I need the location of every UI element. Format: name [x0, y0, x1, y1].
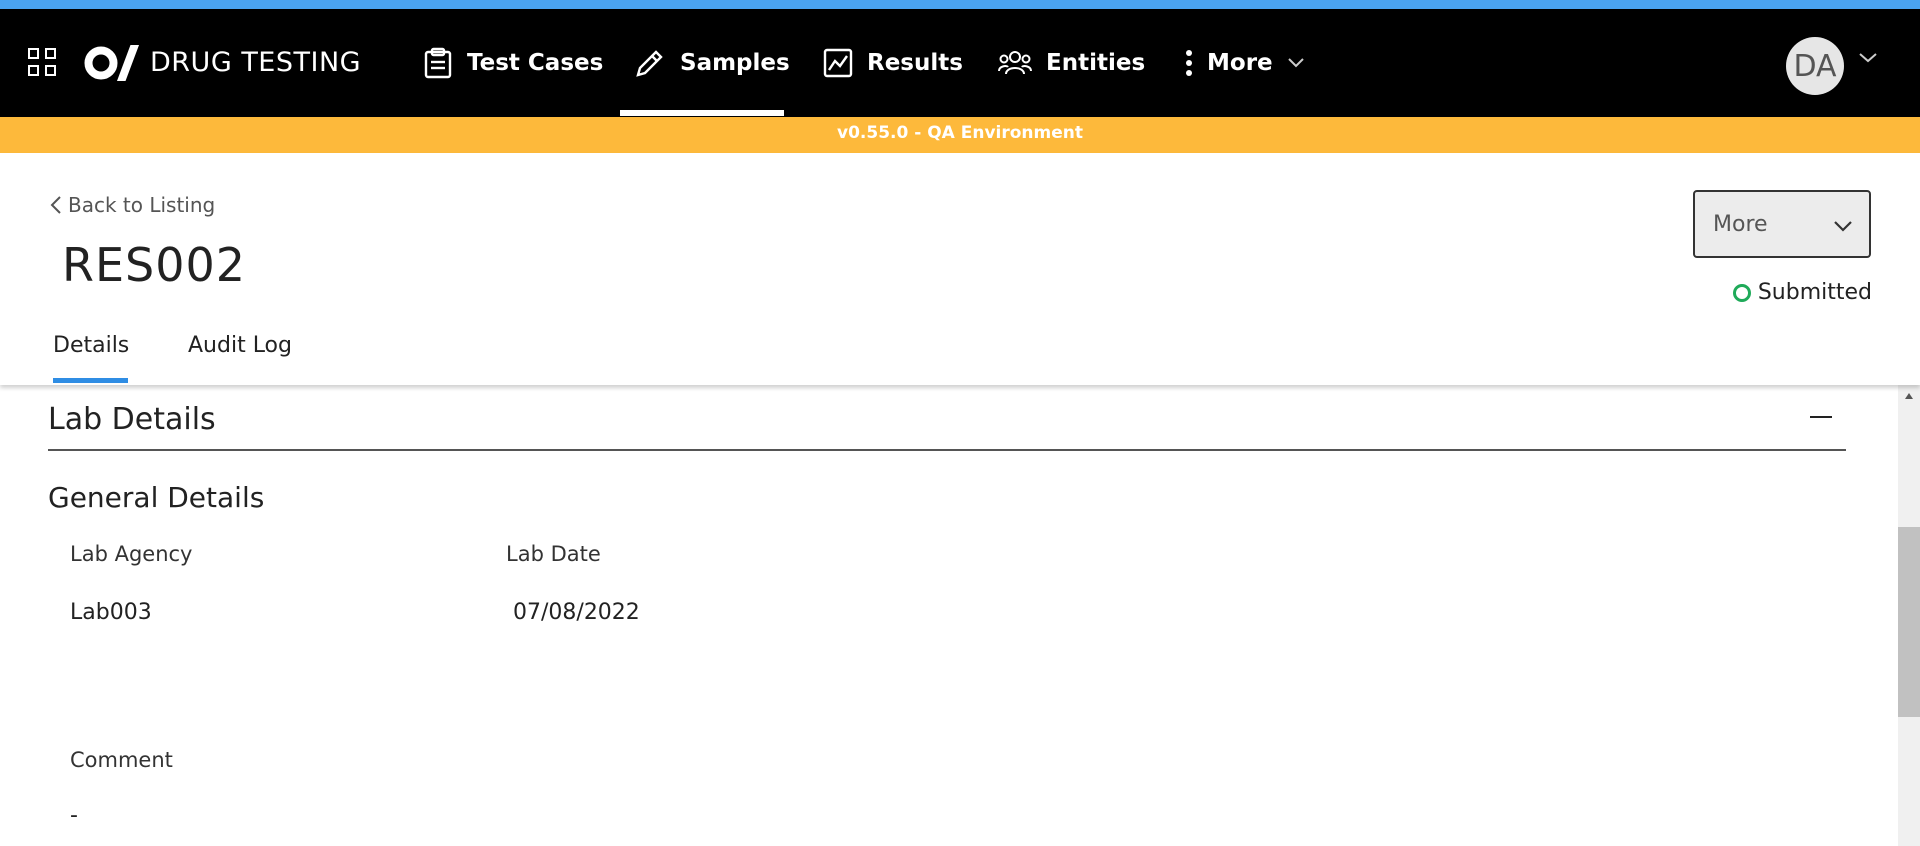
section-divider	[48, 449, 1846, 451]
nav-label: Samples	[680, 50, 790, 76]
brand-logo-icon[interactable]	[84, 45, 140, 81]
app-brand-name: DRUG TESTING	[150, 47, 362, 78]
nav-active-indicator	[620, 110, 784, 116]
chevron-left-icon	[50, 196, 61, 214]
pen-icon	[636, 50, 663, 77]
nav-label: Entities	[1046, 50, 1146, 76]
back-label: Back to Listing	[68, 193, 216, 217]
top-accent-strip	[0, 0, 1920, 9]
more-actions-dropdown[interactable]: More	[1693, 190, 1871, 258]
collapse-section-icon[interactable]	[1810, 405, 1834, 429]
nav-samples[interactable]: Samples	[634, 39, 790, 87]
scroll-up-arrow-icon[interactable]	[1905, 393, 1913, 399]
chevron-down-icon	[1287, 58, 1304, 68]
top-navbar: DRUG TESTING Test Cases Samples Results …	[0, 9, 1920, 117]
field-value-comment: -	[70, 803, 78, 828]
status-badge: Submitted	[1732, 280, 1872, 305]
page-title: RES002	[62, 238, 247, 292]
field-label-lab-agency: Lab Agency	[70, 542, 193, 566]
tab-audit-log[interactable]: Audit Log	[188, 333, 292, 358]
section-title: Lab Details	[48, 402, 216, 437]
field-label-comment: Comment	[70, 748, 173, 772]
clipboard-icon	[424, 47, 452, 79]
field-label-lab-date: Lab Date	[506, 542, 601, 566]
back-to-listing-link[interactable]: Back to Listing	[50, 193, 215, 217]
app-grid-icon[interactable]	[28, 48, 56, 76]
nav-label: Test Cases	[467, 50, 604, 76]
nav-results[interactable]: Results	[823, 39, 963, 87]
details-content: Lab Details General Details Lab Agency L…	[0, 385, 1898, 846]
nav-test-cases[interactable]: Test Cases	[423, 39, 603, 87]
environment-banner: v0.55.0 - QA Environment	[0, 117, 1920, 153]
more-actions-label: More	[1713, 212, 1768, 237]
scrollbar-thumb[interactable]	[1898, 527, 1920, 717]
status-circle-icon	[1732, 283, 1751, 302]
nav-entities[interactable]: Entities	[998, 39, 1145, 87]
chevron-down-icon	[1834, 221, 1852, 232]
nav-label: Results	[867, 50, 963, 76]
user-avatar[interactable]: DA	[1786, 37, 1844, 95]
field-value-lab-date: 07/08/2022	[513, 600, 640, 625]
kebab-icon	[1186, 50, 1192, 76]
vertical-scrollbar[interactable]	[1898, 385, 1920, 846]
chart-icon	[823, 48, 853, 78]
nav-more[interactable]: More	[1185, 39, 1305, 87]
subsection-title: General Details	[48, 481, 265, 514]
tab-active-indicator	[53, 378, 128, 383]
tab-details[interactable]: Details	[53, 333, 129, 358]
record-header: Back to Listing RES002 Details Audit Log…	[0, 153, 1920, 385]
nav-label: More	[1207, 50, 1273, 76]
chevron-down-icon[interactable]	[1858, 49, 1878, 68]
field-value-lab-agency: Lab003	[70, 600, 152, 625]
people-icon	[998, 51, 1032, 75]
status-label: Submitted	[1757, 280, 1872, 305]
